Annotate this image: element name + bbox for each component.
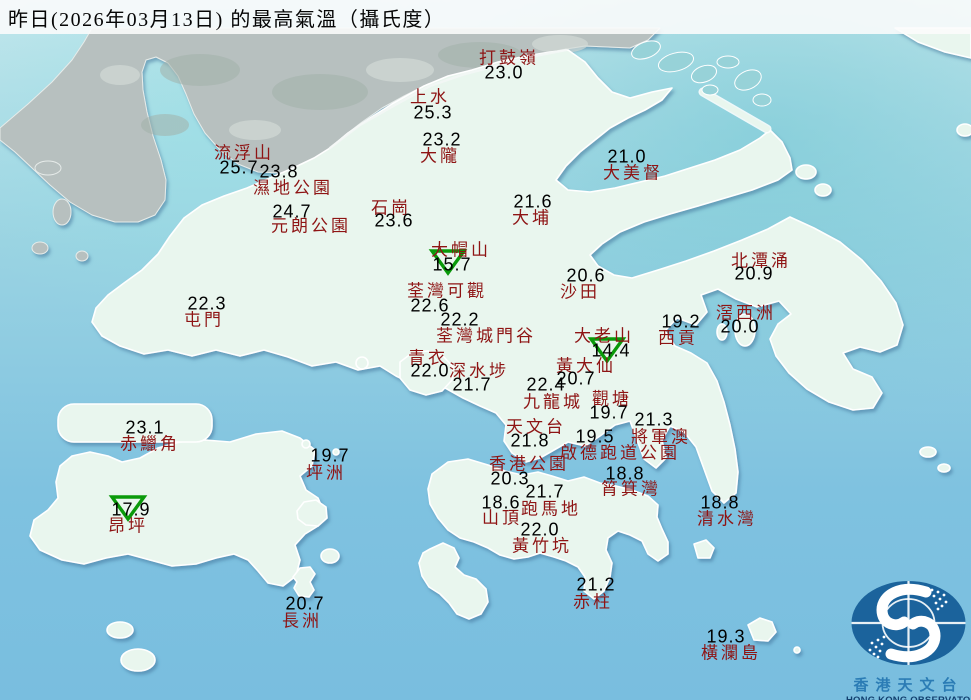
logo-title-en: HONG KONG OBSERVATORY [846,695,971,700]
station-value-label: 18.8 [605,463,645,484]
station-value-label: 25.3 [413,102,453,123]
hko-logo: 香港天文台 HONG KONG OBSERVATORY [846,580,971,700]
station-value-label: 22.3 [187,293,227,314]
station-value-label: 18.8 [700,492,740,513]
station-value-label: 21.2 [576,574,616,595]
station-label-layer: 打鼓嶺 23.0 上水 25.3 大隴 23.2 流浮山 25.7 濕地公園 2… [0,0,971,700]
station-value-label: 22.0 [410,360,450,381]
hko-logo-symbol [851,581,966,665]
station-value-label: 20.6 [566,265,606,286]
map-title: 昨日(2026年03月13日) 的最高氣溫（攝氏度） [8,8,446,31]
station-value-label: 23.1 [125,417,165,438]
station-value-label: 21.7 [525,481,565,502]
station-value-label: 15.7 [432,254,472,275]
station-value-label: 23.8 [259,161,299,182]
weather-map-screenshot: 打鼓嶺 23.0 上水 25.3 大隴 23.2 流浮山 25.7 濕地公園 2… [0,0,971,700]
station-value-label: 22.2 [440,309,480,330]
station-value-label: 24.7 [272,201,312,222]
station-value-label: 20.9 [734,263,774,284]
station-value-label: 23.6 [374,210,414,231]
station-value-label: 23.0 [484,62,524,83]
station-value-label: 21.6 [513,191,553,212]
station-value-label: 20.7 [285,593,325,614]
station-value-label: 19.3 [706,626,746,647]
station-value-label: 18.6 [481,492,521,513]
station-value-label: 19.7 [589,402,629,423]
station-value-label: 20.0 [720,316,760,337]
station-value-label: 19.2 [661,311,701,332]
title-bar: 昨日(2026年03月13日) 的最高氣溫（攝氏度） [0,0,971,34]
station-value-label: 23.2 [422,129,462,150]
station-value-label: 21.0 [607,146,647,167]
station-value-label: 21.7 [452,374,492,395]
station-value-label: 20.3 [490,468,530,489]
logo-title-zh: 香港天文台 [853,678,964,694]
station-value-label: 21.3 [634,409,674,430]
station-value-label: 21.8 [510,430,550,451]
station-value-label: 19.5 [575,426,615,447]
station-value-label: 22.0 [520,519,560,540]
station-value-label: 17.9 [111,499,151,520]
station-value-label: 19.7 [310,445,350,466]
station-value-label: 22.4 [526,374,566,395]
